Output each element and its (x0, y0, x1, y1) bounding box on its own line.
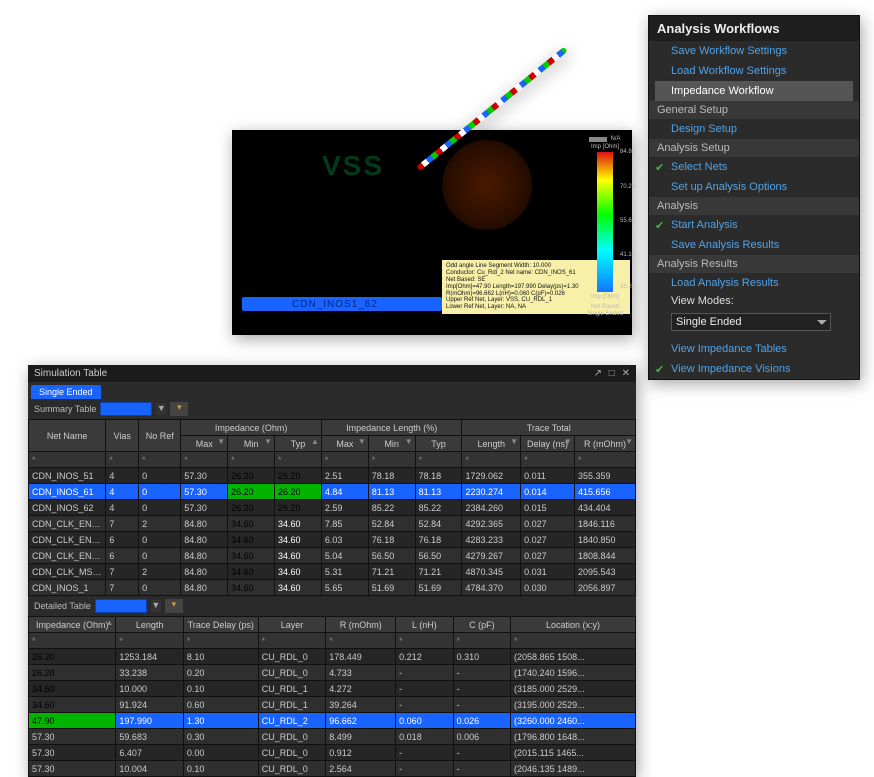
trace-net-label: CDN_INOS1_62 (292, 299, 378, 310)
table-row[interactable]: 57.3059.6830.30CU_RDL_08.4990.0180.006(1… (29, 729, 636, 745)
dcol-r[interactable]: R (mOhm) (326, 617, 396, 633)
color-legend: N/A Imp [Ohm] 84.80 70.23 55.67 41.10 26… (584, 136, 626, 317)
summary-filter-row[interactable]: *** *** *** *** (29, 452, 636, 468)
table-row[interactable]: CDN_CLK_MSTR7284.8034.6034.605.3171.2171… (29, 564, 636, 580)
section-general-setup: General Setup (649, 101, 859, 119)
legend-na-swatch (589, 137, 607, 142)
table-row[interactable]: 57.306.4070.00CU_RDL_00.912--(2015.115 1… (29, 745, 636, 761)
dcol-impedance[interactable]: Impedance (Ohm)▲ (29, 617, 116, 633)
view-impedance-visions-link[interactable]: ✔ View Impedance Visions (649, 359, 859, 379)
dcol-c[interactable]: C (pF) (453, 617, 510, 633)
start-analysis-link[interactable]: ✔ Start Analysis (649, 215, 859, 235)
colgrp-impedance-length: Impedance Length (%) (321, 420, 462, 436)
vss-text: VSS (322, 150, 384, 182)
detailed-table: Impedance (Ohm)▲ Length Trace Delay (ps)… (28, 616, 636, 777)
summary-filter-dropdown[interactable]: ▼ (156, 403, 166, 415)
load-analysis-results-link[interactable]: Load Analysis Results (649, 273, 859, 293)
dcol-location[interactable]: Location (x:y) (511, 617, 636, 633)
table-row[interactable]: CDN_CLK_EN_[2]6084.8034.6034.606.0376.18… (29, 532, 636, 548)
summary-filter-field[interactable] (100, 402, 152, 416)
col-imp-typ[interactable]: Typ▲ (275, 436, 322, 452)
select-nets-link[interactable]: ✔ Select Nets (649, 157, 859, 177)
view-modes-select[interactable]: Single Ended (671, 313, 831, 331)
summary-table: Net Name Vias No Ref Impedance (Ohm) Imp… (28, 419, 636, 596)
load-workflow-settings-link[interactable]: Load Workflow Settings (649, 61, 859, 81)
col-len-max[interactable]: Max▼ (321, 436, 368, 452)
workflows-title: Analysis Workflows (649, 16, 859, 41)
table-row[interactable]: 34.6091.9240.60CU_RDL_139.264--(3195.000… (29, 697, 636, 713)
undock-icon[interactable]: ↗ (594, 368, 602, 379)
tab-single-ended[interactable]: Single Ended (31, 385, 101, 399)
check-icon: ✔ (655, 161, 664, 174)
colgrp-impedance: Impedance (Ohm) (181, 420, 322, 436)
summary-filter-button[interactable]: ▾ (170, 402, 188, 416)
check-icon: ✔ (655, 219, 664, 232)
simulation-table-panel: Simulation Table ↗ □ ✕ Single Ended Summ… (28, 365, 636, 777)
design-setup-link[interactable]: Design Setup (649, 119, 859, 139)
detailed-filter-row[interactable]: ** ** ** ** (29, 633, 636, 649)
setup-analysis-options-link[interactable]: Set up Analysis Options (649, 177, 859, 197)
col-len-min[interactable]: Min▼ (368, 436, 415, 452)
view-impedance-visions-label: View Impedance Visions (671, 363, 790, 375)
check-icon: ✔ (655, 363, 664, 376)
col-length[interactable]: Length▼ (462, 436, 521, 452)
save-workflow-settings-link[interactable]: Save Workflow Settings (649, 41, 859, 61)
legend-na-label: N/A (610, 136, 620, 142)
current-workflow-item[interactable]: Impedance Workflow (655, 81, 853, 101)
table-row[interactable]: CDN_INOS_17084.8034.6034.605.6551.6951.6… (29, 580, 636, 596)
save-analysis-results-link[interactable]: Save Analysis Results (649, 235, 859, 255)
legend-mode: Net Based Single Ended (587, 304, 623, 317)
section-analysis-results: Analysis Results (649, 255, 859, 273)
detailed-filter-dropdown[interactable]: ▼ (151, 600, 161, 612)
analysis-workflows-panel: Analysis Workflows Save Workflow Setting… (648, 15, 860, 380)
col-vias[interactable]: Vias (106, 420, 139, 452)
table-row[interactable]: 26.201253.1848.10CU_RDL_0178.4490.2120.3… (29, 649, 636, 665)
summary-table-label: Summary Table (34, 404, 96, 414)
close-icon[interactable]: ✕ (622, 368, 630, 379)
start-analysis-label: Start Analysis (671, 219, 738, 231)
col-imp-min[interactable]: Min▼ (228, 436, 275, 452)
col-imp-max[interactable]: Max▼ (181, 436, 228, 452)
col-no-ref[interactable]: No Ref (139, 420, 181, 452)
table-row[interactable]: CDN_CLK_EN_[1]7284.8034.6034.607.8552.84… (29, 516, 636, 532)
col-delay[interactable]: Delay (ns)▼ (521, 436, 575, 452)
dcol-l[interactable]: L (nH) (396, 617, 453, 633)
view-impedance-tables-link[interactable]: View Impedance Tables (649, 339, 859, 359)
maximize-icon[interactable]: □ (609, 368, 615, 379)
col-len-typ[interactable]: Typ (415, 436, 462, 452)
legend-unit2: Imp [Ohm] (591, 294, 619, 300)
table-row[interactable]: 26.2033.2380.20CU_RDL_04.733--(1740.240 … (29, 665, 636, 681)
table-row[interactable]: CDN_INOS_624057.3026.2026.202.5985.2285.… (29, 500, 636, 516)
detailed-filter-field[interactable] (95, 599, 147, 613)
section-analysis: Analysis (649, 197, 859, 215)
detailed-table-label: Detailed Table (34, 601, 91, 611)
table-row[interactable]: 57.3010.0040.10CU_RDL_02.564--(2046.135 … (29, 761, 636, 777)
table-row[interactable]: CDN_INOS_514057.3026.2026.202.5178.1878.… (29, 468, 636, 484)
table-row[interactable]: CDN_INOS_614057.3026.2026.204.8481.1381.… (29, 484, 636, 500)
dcol-layer[interactable]: Layer (258, 617, 325, 633)
detailed-filter-button[interactable]: ▾ (165, 599, 183, 613)
table-row[interactable]: 47.90197.9901.30CU_RDL_296.6620.0600.026… (29, 713, 636, 729)
select-nets-label: Select Nets (671, 161, 727, 173)
dcol-delay[interactable]: Trace Delay (ps) (183, 617, 258, 633)
section-analysis-setup: Analysis Setup (649, 139, 859, 157)
via-pad (442, 140, 532, 230)
colgrp-trace-total: Trace Total (462, 420, 636, 436)
dcol-length[interactable]: Length (116, 617, 183, 633)
col-r[interactable]: R (mOhm)▼ (574, 436, 635, 452)
sim-table-title: Simulation Table (34, 368, 107, 379)
view-modes-label: View Modes: (649, 293, 859, 311)
legend-unit: Imp [Ohm] (591, 144, 619, 150)
impedance-vision-viewer[interactable]: VSS CDN_INOS1_62 Odd angle Line Segment … (232, 130, 632, 335)
legend-gradient: 84.80 70.23 55.67 41.10 26.20 (597, 152, 613, 292)
col-net-name[interactable]: Net Name (29, 420, 106, 452)
summary-toolbar: Summary Table ▼ ▾ (28, 399, 636, 419)
detailed-toolbar: Detailed Table ▼ ▾ (28, 596, 636, 616)
table-row[interactable]: CDN_CLK_EN_[4]6084.8034.6034.605.0456.50… (29, 548, 636, 564)
